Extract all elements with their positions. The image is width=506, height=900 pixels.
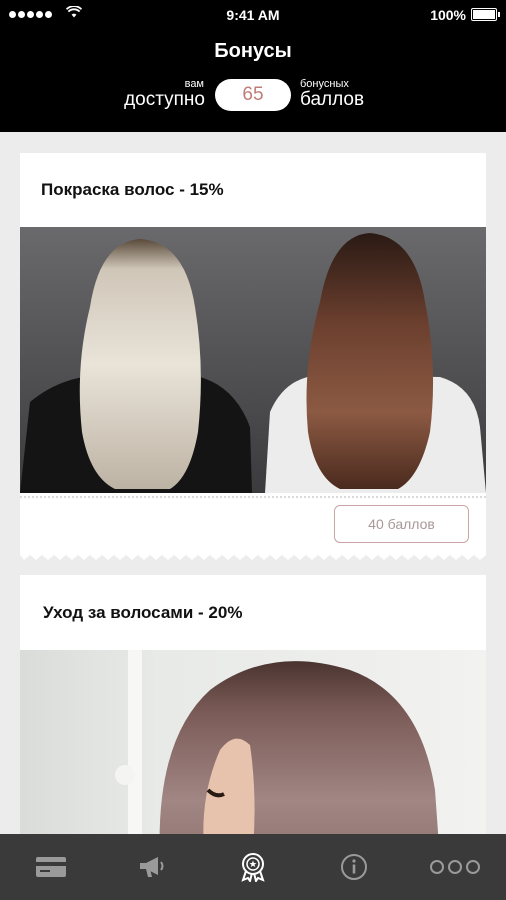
status-bar: 9:41 AM 100% bbox=[0, 0, 506, 30]
bonus-card-title: Уход за волосами - 20% bbox=[43, 603, 243, 622]
header: 9:41 AM 100% Бонусы вам доступно 65 бону… bbox=[0, 0, 506, 132]
bonus-card[interactable]: Покраска волос - 15% 40 баллов bbox=[20, 153, 486, 553]
tab-card[interactable] bbox=[0, 834, 101, 900]
bonus-card[interactable]: Уход за волосами - 20% bbox=[20, 575, 486, 845]
bonus-card-title: Покраска волос - 15% bbox=[41, 180, 224, 199]
more-dots-icon bbox=[430, 860, 481, 874]
available-label: доступно bbox=[124, 89, 205, 110]
info-icon bbox=[341, 854, 368, 880]
card-icon bbox=[35, 857, 66, 877]
tab-news[interactable] bbox=[101, 834, 202, 900]
card-divider bbox=[20, 496, 486, 498]
megaphone-icon bbox=[139, 857, 164, 877]
hair-coloring-photo bbox=[20, 227, 486, 493]
tab-info[interactable] bbox=[304, 834, 405, 900]
tab-bonuses[interactable] bbox=[202, 834, 303, 900]
hair-care-photo bbox=[20, 650, 486, 845]
redeem-cost-button[interactable]: 40 баллов bbox=[334, 505, 469, 543]
points-value: 65 bbox=[215, 79, 291, 111]
page-title: Бонусы bbox=[214, 40, 292, 62]
tab-bar bbox=[0, 834, 506, 900]
points-label: баллов bbox=[300, 89, 365, 110]
award-badge-icon bbox=[241, 853, 265, 882]
battery-icon bbox=[471, 8, 500, 21]
points-balance: вам доступно 65 бонусных баллов bbox=[0, 76, 506, 114]
tab-more[interactable] bbox=[405, 834, 506, 900]
battery-percentage: 100% bbox=[430, 7, 466, 23]
card-torn-edge bbox=[20, 553, 486, 560]
